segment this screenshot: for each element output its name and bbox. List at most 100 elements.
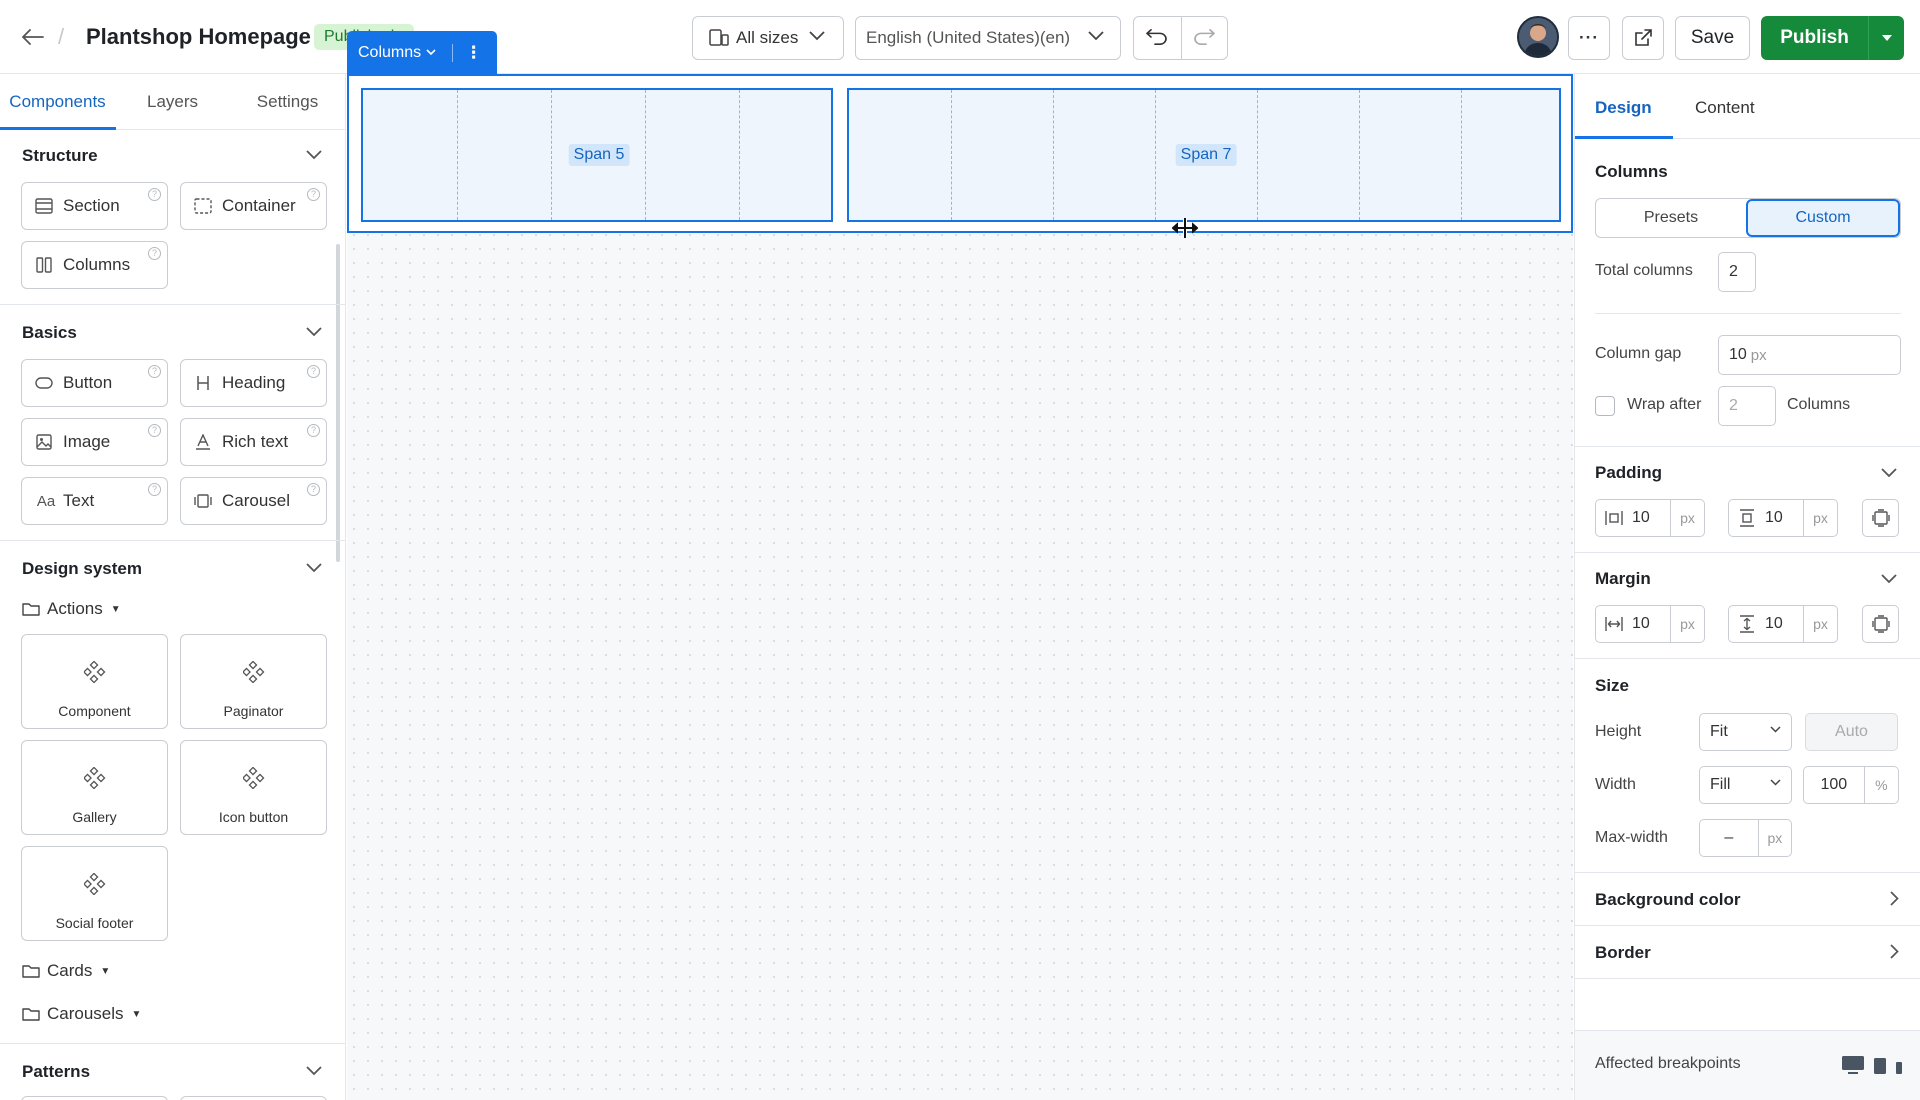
- component-columns[interactable]: Columns ?: [21, 241, 168, 289]
- help-icon[interactable]: ?: [148, 247, 161, 260]
- column-gap-value: 10: [1729, 346, 1747, 363]
- divider: [1575, 552, 1920, 553]
- margin-individual-sides-button[interactable]: [1862, 605, 1899, 643]
- custom-option[interactable]: Custom: [1746, 199, 1900, 237]
- carousel-icon: [194, 492, 212, 510]
- total-columns-input[interactable]: 2: [1718, 252, 1756, 292]
- column-span-7[interactable]: Span 7: [847, 88, 1561, 222]
- tile-paginator[interactable]: Paginator: [180, 634, 327, 729]
- component-container[interactable]: Container ?: [180, 182, 327, 230]
- back-arrow-icon[interactable]: [18, 22, 48, 52]
- top-bar: / Plantshop Homepage Published All sizes…: [0, 0, 1920, 74]
- help-icon[interactable]: ?: [307, 365, 320, 378]
- border-section[interactable]: Border: [1575, 925, 1920, 978]
- undo-button[interactable]: [1134, 17, 1181, 59]
- component-carousel[interactable]: Carousel ?: [180, 477, 327, 525]
- tab-components[interactable]: Components: [0, 74, 115, 129]
- collapse-structure-icon[interactable]: [306, 150, 322, 160]
- border-label: Border: [1595, 943, 1651, 962]
- help-icon[interactable]: ?: [148, 424, 161, 437]
- pattern-item[interactable]: [21, 1096, 168, 1100]
- language-dropdown[interactable]: English (United States)(en): [855, 16, 1121, 60]
- width-value-input[interactable]: 100 %: [1803, 766, 1899, 804]
- tab-layers[interactable]: Layers: [115, 74, 230, 129]
- save-button[interactable]: Save: [1675, 16, 1750, 60]
- folder-icon: [22, 602, 40, 616]
- column-span-5[interactable]: Span 5: [361, 88, 833, 222]
- column-gap-input[interactable]: 10 px: [1718, 335, 1901, 375]
- component-section[interactable]: Section ?: [21, 182, 168, 230]
- width-mode-select[interactable]: Fill: [1699, 766, 1792, 804]
- padding-vertical-input[interactable]: 10 px: [1728, 499, 1838, 537]
- collapse-basics-icon[interactable]: [306, 327, 322, 337]
- external-link-icon: [1635, 29, 1652, 46]
- publish-button[interactable]: Publish: [1761, 16, 1904, 60]
- padding-horizontal-value: 10: [1632, 509, 1650, 526]
- scrollbar-thumb[interactable]: [336, 244, 340, 562]
- collapse-patterns-icon[interactable]: [306, 1066, 322, 1076]
- section-divider: [0, 1043, 345, 1044]
- sizes-dropdown[interactable]: All sizes: [692, 16, 844, 60]
- wrap-after-input[interactable]: 2: [1718, 386, 1776, 426]
- tab-settings[interactable]: Settings: [230, 74, 345, 129]
- margin-horizontal-value: 10: [1632, 615, 1650, 632]
- pattern-item[interactable]: [180, 1096, 327, 1100]
- component-image[interactable]: Image ?: [21, 418, 168, 466]
- tab-content[interactable]: Content: [1695, 98, 1755, 118]
- tile-social-footer[interactable]: Social footer: [21, 846, 168, 941]
- sides-icon: [1871, 509, 1890, 527]
- padding-horizontal-input[interactable]: 10 px: [1595, 499, 1705, 537]
- collapse-margin-icon[interactable]: [1881, 574, 1897, 584]
- selected-columns-block[interactable]: Span 5 Span 7: [347, 74, 1573, 233]
- publish-menu-button[interactable]: [1868, 16, 1904, 60]
- folder-label: Actions: [47, 599, 103, 618]
- padding-horizontal-unit: px: [1670, 500, 1704, 536]
- tab-design[interactable]: Design: [1595, 98, 1652, 118]
- height-mode-select[interactable]: Fit: [1699, 713, 1792, 751]
- canvas[interactable]: Span 5 Span 7: [347, 74, 1573, 1100]
- redo-button[interactable]: [1180, 17, 1228, 59]
- more-options-button[interactable]: ···: [1568, 16, 1610, 60]
- chevron-down-icon: [1770, 779, 1781, 786]
- more-vertical-icon[interactable]: ⋮: [465, 43, 482, 63]
- collapse-design-system-icon[interactable]: [306, 563, 322, 573]
- resize-cursor-icon[interactable]: [1172, 217, 1198, 239]
- component-rich-text[interactable]: Rich text ?: [180, 418, 327, 466]
- size-heading: Size: [1595, 676, 1630, 695]
- background-color-section[interactable]: Background color: [1575, 872, 1920, 925]
- folder-carousels[interactable]: Carousels ▼: [22, 1004, 141, 1024]
- user-avatar[interactable]: [1517, 16, 1559, 58]
- help-icon[interactable]: ?: [148, 483, 161, 496]
- collapse-padding-icon[interactable]: [1881, 468, 1897, 478]
- columns-icon: [35, 256, 53, 274]
- open-external-button[interactable]: [1622, 16, 1664, 60]
- presets-option[interactable]: Presets: [1596, 199, 1746, 237]
- wrap-after-checkbox[interactable]: [1595, 396, 1615, 416]
- folder-actions[interactable]: Actions ▼: [22, 599, 121, 619]
- component-diamond-icon: [243, 767, 265, 789]
- component-heading[interactable]: Heading ?: [180, 359, 327, 407]
- folder-cards[interactable]: Cards ▼: [22, 961, 110, 981]
- help-icon[interactable]: ?: [307, 483, 320, 496]
- tile-component[interactable]: Component: [21, 634, 168, 729]
- height-value-input: Auto: [1805, 713, 1898, 751]
- help-icon[interactable]: ?: [148, 365, 161, 378]
- width-mode-value: Fill: [1710, 776, 1731, 793]
- component-button[interactable]: Button ?: [21, 359, 168, 407]
- button-icon: [35, 374, 53, 392]
- section-divider: [0, 304, 345, 305]
- margin-vertical-input[interactable]: 10 px: [1728, 605, 1838, 643]
- help-icon[interactable]: ?: [307, 424, 320, 437]
- max-width-input[interactable]: – px: [1699, 819, 1792, 857]
- help-icon[interactable]: ?: [148, 188, 161, 201]
- tile-gallery[interactable]: Gallery: [21, 740, 168, 835]
- padding-individual-sides-button[interactable]: [1862, 499, 1899, 537]
- component-text[interactable]: Aa Text ?: [21, 477, 168, 525]
- grid-line: [1257, 90, 1258, 220]
- wrap-after-value: 2: [1729, 397, 1738, 414]
- label-divider: [452, 43, 454, 62]
- margin-horizontal-input[interactable]: 10 px: [1595, 605, 1705, 643]
- help-icon[interactable]: ?: [307, 188, 320, 201]
- tile-icon-button[interactable]: Icon button: [180, 740, 327, 835]
- selected-element-label[interactable]: Columns ⋮: [347, 31, 497, 74]
